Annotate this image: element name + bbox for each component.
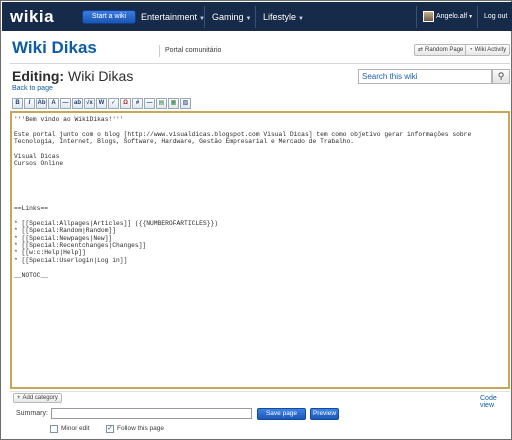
chevron-down-icon: ▼: [468, 14, 474, 20]
plus-icon: +: [17, 395, 21, 401]
browser-frame: wikia Start a wiki Entertainment ▼ Gaming…: [0, 0, 512, 440]
header-divider-line: [10, 63, 510, 64]
internal-link-button[interactable]: Ab: [36, 98, 47, 109]
preview-button[interactable]: Preview: [310, 408, 339, 420]
rule-button[interactable]: —: [144, 98, 155, 109]
hub-gaming-label: Gaming: [212, 12, 244, 22]
table-button[interactable]: ▤: [156, 98, 167, 109]
nowiki-button[interactable]: W: [96, 98, 107, 109]
chevron-down-icon: ▼: [245, 16, 252, 22]
username-label: Angelo.alf: [436, 13, 468, 20]
save-page-button[interactable]: Save page: [257, 408, 306, 420]
editing-page-name: Wiki Dikas: [68, 68, 134, 84]
chevron-down-icon: ▼: [298, 16, 304, 22]
signature-button[interactable]: ✓: [108, 98, 119, 109]
hub-entertainment-label: Entertainment: [141, 12, 198, 22]
wiki-title[interactable]: Wiki Dikas: [12, 38, 97, 58]
code-view-link[interactable]: Code view: [480, 395, 511, 409]
nav-divider: [416, 6, 417, 28]
math-button[interactable]: √x: [84, 98, 95, 109]
hub-entertainment[interactable]: Entertainment ▼: [141, 12, 205, 22]
minor-edit-label: Minor edit: [61, 425, 90, 432]
shuffle-icon: ⇄: [418, 47, 424, 53]
random-page-label: Random Page: [425, 47, 464, 53]
external-link-button[interactable]: ab: [72, 98, 83, 109]
logout-link[interactable]: Log out: [484, 13, 507, 20]
gallery-button[interactable]: ▦: [168, 98, 179, 109]
hub-lifestyle-label: Lifestyle: [263, 12, 297, 22]
italic-button[interactable]: I: [24, 98, 35, 109]
page-title: Editing: Wiki Dikas: [12, 68, 133, 84]
wikia-logo[interactable]: wikia: [10, 7, 54, 27]
footer-divider: [10, 391, 510, 392]
start-a-wiki-button[interactable]: Start a wiki: [82, 10, 136, 24]
search-icon: ⚲: [497, 71, 505, 81]
global-nav: wikia Start a wiki Entertainment ▼ Gaming…: [2, 2, 512, 31]
user-menu[interactable]: Angelo.alf▼: [436, 13, 473, 20]
wiki-activity-button[interactable]: ◔ Wiki Activity: [465, 44, 511, 56]
editing-label: Editing:: [12, 68, 65, 84]
random-page-button[interactable]: ⇄ Random Page: [414, 44, 468, 56]
header-divider: [159, 45, 160, 57]
nav-divider: [204, 6, 205, 28]
portal-link[interactable]: Portal comunitário: [165, 47, 221, 54]
add-category-button[interactable]: + Add category: [13, 393, 62, 403]
hub-lifestyle[interactable]: Lifestyle ▼: [263, 12, 304, 22]
summary-input[interactable]: [51, 408, 252, 419]
hub-gaming[interactable]: Gaming ▼: [212, 12, 251, 22]
horizontal-line-button[interactable]: —: [60, 98, 71, 109]
search-input[interactable]: Search this wiki: [358, 69, 492, 84]
add-category-label: Add category: [22, 395, 58, 401]
bold-button[interactable]: B: [12, 98, 23, 109]
follow-page-label: Follow this page: [117, 425, 164, 432]
minor-edit-checkbox[interactable]: [50, 425, 58, 433]
nav-divider: [477, 6, 478, 28]
summary-label: Summary:: [16, 410, 48, 417]
checkmark-icon: ✓: [107, 425, 113, 432]
activity-icon: ◔: [469, 47, 473, 53]
wiki-activity-label: Wiki Activity: [474, 47, 507, 53]
redirect-button[interactable]: #: [132, 98, 143, 109]
media-button[interactable]: ▧: [180, 98, 191, 109]
search-button[interactable]: ⚲: [492, 69, 510, 84]
nav-divider: [255, 6, 256, 28]
follow-page-checkbox[interactable]: ✓: [106, 425, 114, 433]
special-char-button[interactable]: Ω: [120, 98, 131, 109]
editor-toolbar: B I Ab A — ab √x W ✓ Ω # — ▤ ▦ ▧: [12, 98, 191, 110]
headline-button[interactable]: A: [48, 98, 59, 109]
user-avatar[interactable]: [423, 11, 434, 22]
wikitext-editor[interactable]: '''Bem vindo ao WikiDikas!''' Este porta…: [10, 111, 510, 389]
back-to-page-link[interactable]: Back to page: [12, 85, 53, 92]
